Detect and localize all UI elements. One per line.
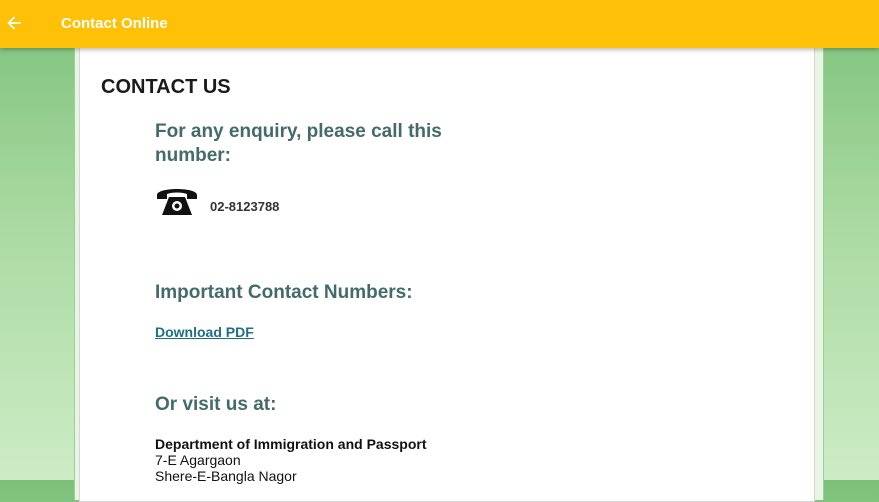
address-line-2: Shere-E-Bangla Nagor <box>155 468 297 484</box>
address-line-1: 7-E Agargaon <box>155 452 241 468</box>
enquiry-text: For any enquiry, please call this number… <box>155 120 442 168</box>
telephone-icon <box>154 182 200 223</box>
app-bar: Contact Online <box>0 0 879 48</box>
download-pdf-link[interactable]: Download PDF <box>155 324 254 340</box>
app-bar-title: Contact Online <box>61 15 168 32</box>
arrow-left-icon <box>7 16 21 30</box>
enquiry-line-1: For any enquiry, please call this <box>155 121 442 142</box>
enquiry-line-2: number: <box>155 145 231 166</box>
phone-number[interactable]: 02-8123788 <box>210 199 279 214</box>
address-block: Department of Immigration and Passport 7… <box>155 436 426 484</box>
visit-title: Or visit us at: <box>155 394 277 415</box>
important-numbers-title: Important Contact Numbers: <box>155 282 413 303</box>
page-title: CONTACT US <box>101 76 231 98</box>
back-button[interactable] <box>0 9 28 37</box>
address-org: Department of Immigration and Passport <box>155 436 427 452</box>
contact-card <box>79 40 815 502</box>
